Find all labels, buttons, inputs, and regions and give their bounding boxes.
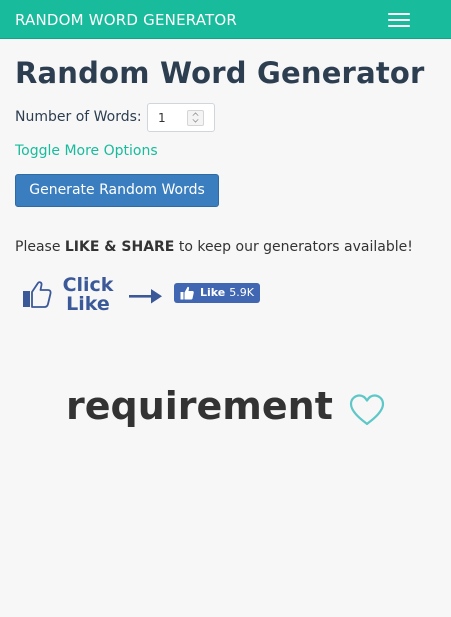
menu-bar (388, 13, 410, 15)
fb-thumbs-up-icon (180, 286, 194, 300)
navbar: RANDOM WORD GENERATOR (0, 0, 451, 39)
fb-like-count: 5.9K (229, 286, 254, 299)
arrow-right-icon (129, 289, 162, 304)
num-words-label: Number of Words: (15, 109, 142, 125)
heart-outline-icon[interactable] (348, 393, 386, 427)
number-spinner[interactable] (187, 110, 204, 126)
navbar-brand[interactable]: RANDOM WORD GENERATOR (15, 11, 237, 29)
spinner-down-icon[interactable] (192, 116, 199, 123)
fb-like-label: Like (200, 286, 226, 299)
menu-bar (388, 19, 410, 21)
share-emphasis: LIKE & SHARE (64, 239, 175, 255)
generated-word: requirement (66, 384, 333, 428)
share-suffix: to keep our generators available! (174, 239, 413, 255)
menu-bar (388, 25, 410, 27)
page-title: Random Word Generator (15, 56, 425, 90)
generate-button[interactable]: Generate Random Words (15, 174, 219, 207)
click-like-text: Click Like (57, 276, 119, 314)
thumbs-up-icon (23, 281, 52, 308)
num-words-value: 1 (158, 111, 166, 125)
toggle-options-link[interactable]: Toggle More Options (15, 143, 158, 159)
hamburger-menu-icon[interactable] (377, 6, 421, 34)
click-like-line2: Like (66, 293, 110, 315)
facebook-like-button[interactable]: Like 5.9K (174, 283, 260, 303)
share-prefix: Please (15, 239, 65, 255)
fb-like-text: Like 5.9K (200, 286, 254, 299)
num-words-input[interactable]: 1 (147, 103, 215, 132)
share-message: Please LIKE & SHARE to keep our generato… (15, 239, 413, 255)
